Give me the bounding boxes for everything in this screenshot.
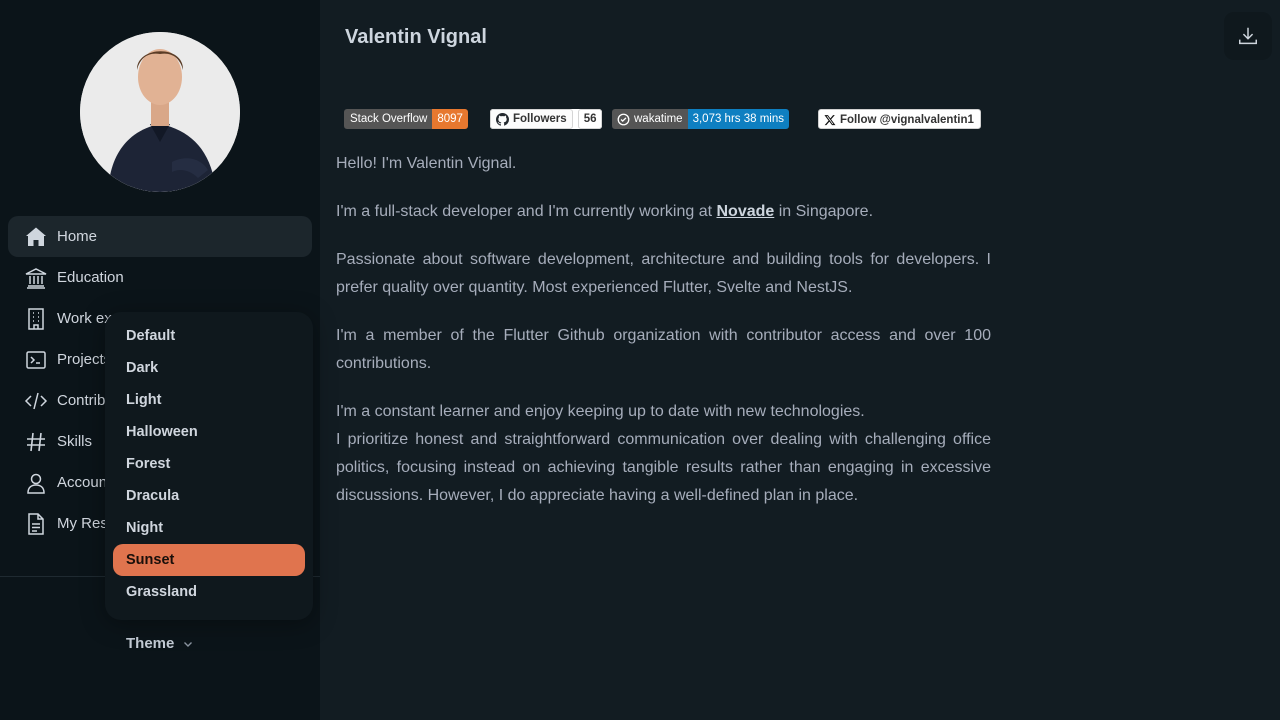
main-content: Valentin Vignal Stack Overflow 8097 Foll… [320, 0, 1280, 720]
theme-option-dark[interactable]: Dark [113, 352, 305, 384]
building-icon [24, 307, 48, 331]
sidebar-item-label: Education [57, 269, 124, 286]
sidebar-item-label: My Res [57, 515, 108, 532]
badge-label: Follow @vignalvalentin1 [819, 110, 980, 128]
user-icon [24, 471, 48, 495]
terminal-icon [24, 348, 48, 372]
sidebar-item-label: Contrib [57, 392, 106, 409]
badge-label-text: Follow @vignalvalentin1 [840, 114, 974, 126]
wakatime-badge[interactable]: wakatime 3,073 hrs 38 mins [612, 109, 789, 129]
badge-label-text: Followers [513, 113, 567, 125]
badge-label: wakatime [612, 109, 688, 129]
bank-icon [24, 266, 48, 290]
badge-value: 8097 [432, 109, 468, 129]
download-icon [1239, 27, 1257, 45]
code-icon [24, 389, 48, 413]
badge-label-text: wakatime [634, 113, 683, 125]
x-logo-icon [824, 115, 836, 126]
theme-option-night[interactable]: Night [113, 512, 305, 544]
flutter-paragraph: I'm a member of the Flutter Github organ… [336, 327, 991, 372]
github-icon [496, 112, 509, 126]
sidebar-item-home[interactable]: Home [8, 216, 312, 257]
theme-option-dracula[interactable]: Dracula [113, 480, 305, 512]
novade-link[interactable]: Novade [716, 203, 774, 220]
theme-dropdown-toggle[interactable]: Theme [126, 635, 194, 652]
document-icon [24, 512, 48, 536]
passion-paragraph: Passionate about software development, a… [336, 251, 991, 296]
badge-label: Stack Overflow [344, 109, 433, 129]
theme-option-light[interactable]: Light [113, 384, 305, 416]
sidebar-item-label: Projects [57, 351, 112, 368]
badge-value: 56 [577, 109, 603, 129]
work-paragraph: I'm a full-stack developer and I'm curre… [336, 198, 991, 226]
theme-option-forest[interactable]: Forest [113, 448, 305, 480]
theme-label: Theme [126, 635, 175, 652]
communication-text: I prioritize honest and straightforward … [336, 431, 991, 504]
learner-line: I'm a constant learner and enjoy keeping… [336, 403, 865, 420]
page-title: Valentin Vignal [345, 26, 487, 48]
avatar [80, 32, 240, 192]
work-text-after: in Singapore. [774, 203, 874, 220]
wakatime-icon [617, 113, 630, 125]
home-icon [24, 225, 48, 249]
intro-paragraph: Hello! I'm Valentin Vignal. [336, 155, 517, 172]
sidebar-item-label: Accoun [57, 474, 108, 491]
badge-value: 3,073 hrs 38 mins [687, 109, 789, 129]
learner-paragraph: I'm a constant learner and enjoy keeping… [336, 398, 991, 510]
sidebar-item-label: Work ex [57, 310, 112, 327]
about-text: Hello! I'm Valentin Vignal. I'm a full-s… [336, 150, 991, 510]
theme-option-default[interactable]: Default [113, 320, 305, 352]
sidebar-item-label: Home [57, 228, 98, 245]
theme-option-sunset[interactable]: Sunset [113, 544, 305, 576]
chevron-down-icon [184, 641, 193, 647]
theme-option-halloween[interactable]: Halloween [113, 416, 305, 448]
theme-option-grassland[interactable]: Grassland [113, 576, 305, 608]
twitter-follow-badge[interactable]: Follow @vignalvalentin1 [818, 109, 981, 129]
sidebar-item-education[interactable]: Education [8, 257, 312, 298]
theme-menu: Default Dark Light Halloween Forest Drac… [105, 312, 313, 620]
hash-icon [24, 430, 48, 454]
badge-label: Followers [490, 109, 573, 129]
github-followers-badge[interactable]: Followers 56 [490, 109, 603, 129]
work-text-before: I'm a full-stack developer and I'm curre… [336, 203, 717, 220]
sidebar-item-label: Skills [57, 433, 93, 450]
download-button[interactable] [1224, 12, 1272, 60]
stackoverflow-badge[interactable]: Stack Overflow 8097 [344, 109, 468, 129]
